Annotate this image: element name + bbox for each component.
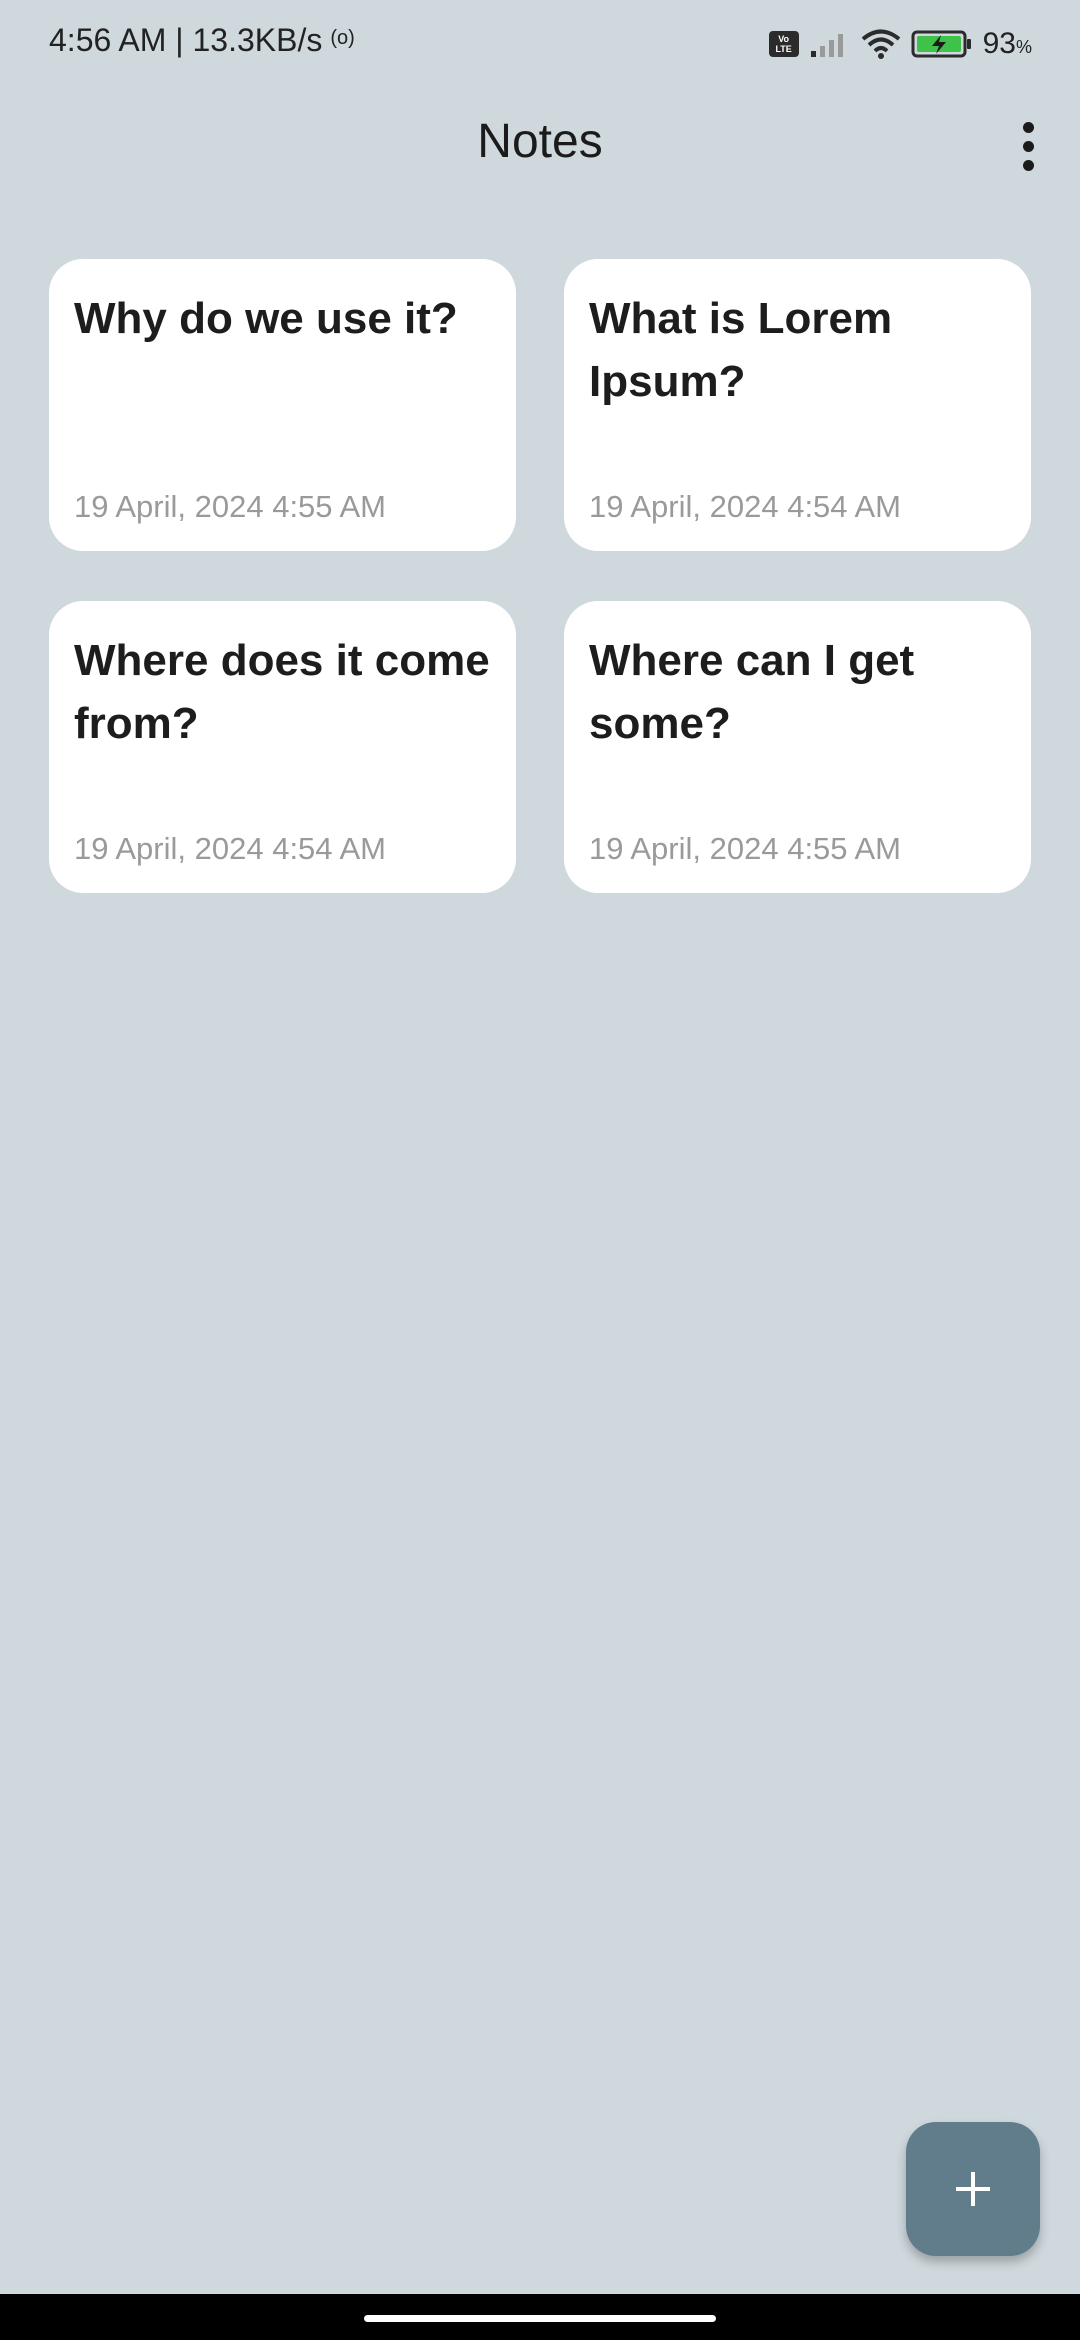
more-vert-icon [1022,121,1034,133]
signal-icon [810,34,843,57]
status-icons: Vo LTE 93% [768,24,1032,64]
note-title: What is Lorem Ipsum? [589,294,893,406]
navigation-bar [0,2294,1080,2340]
note-card[interactable]: Where can I get some? 19 April, 2024 4:5… [564,601,1031,893]
note-date: 19 April, 2024 4:54 AM [74,831,386,866]
note-title: Where does it come from? [74,636,490,748]
app-bar: Notes [0,100,1080,190]
home-indicator[interactable] [364,2315,716,2322]
hotspot-icon: (o) [330,27,355,49]
note-date: 19 April, 2024 4:55 AM [74,489,386,524]
wifi-icon [861,29,900,59]
add-note-button[interactable] [906,2122,1040,2256]
note-date: 19 April, 2024 4:55 AM [589,831,901,866]
note-card[interactable]: Where does it come from? 19 April, 2024 … [49,601,516,893]
note-date: 19 April, 2024 4:54 AM [589,489,901,524]
more-options-button[interactable] [998,114,1058,178]
battery-charging-icon [911,30,971,58]
note-card[interactable]: Why do we use it? 19 April, 2024 4:55 AM [49,259,516,551]
battery-percent: 93% [982,27,1032,60]
note-card[interactable]: What is Lorem Ipsum? 19 April, 2024 4:54… [564,259,1031,551]
plus-icon [956,2172,990,2206]
volte-icon: Vo LTE [768,31,799,57]
note-title: Where can I get some? [589,636,915,748]
status-time-text: 4:56 AM | 13.3KB/s [49,22,323,58]
status-time-network: 4:56 AM | 13.3KB/s (o) [49,22,355,59]
page-title: Notes [477,115,603,168]
notes-grid: Why do we use it? 19 April, 2024 4:55 AM… [49,259,1031,893]
status-bar: 4:56 AM | 13.3KB/s (o) Vo LTE 93% [0,0,1080,84]
note-title: Why do we use it? [74,294,458,343]
